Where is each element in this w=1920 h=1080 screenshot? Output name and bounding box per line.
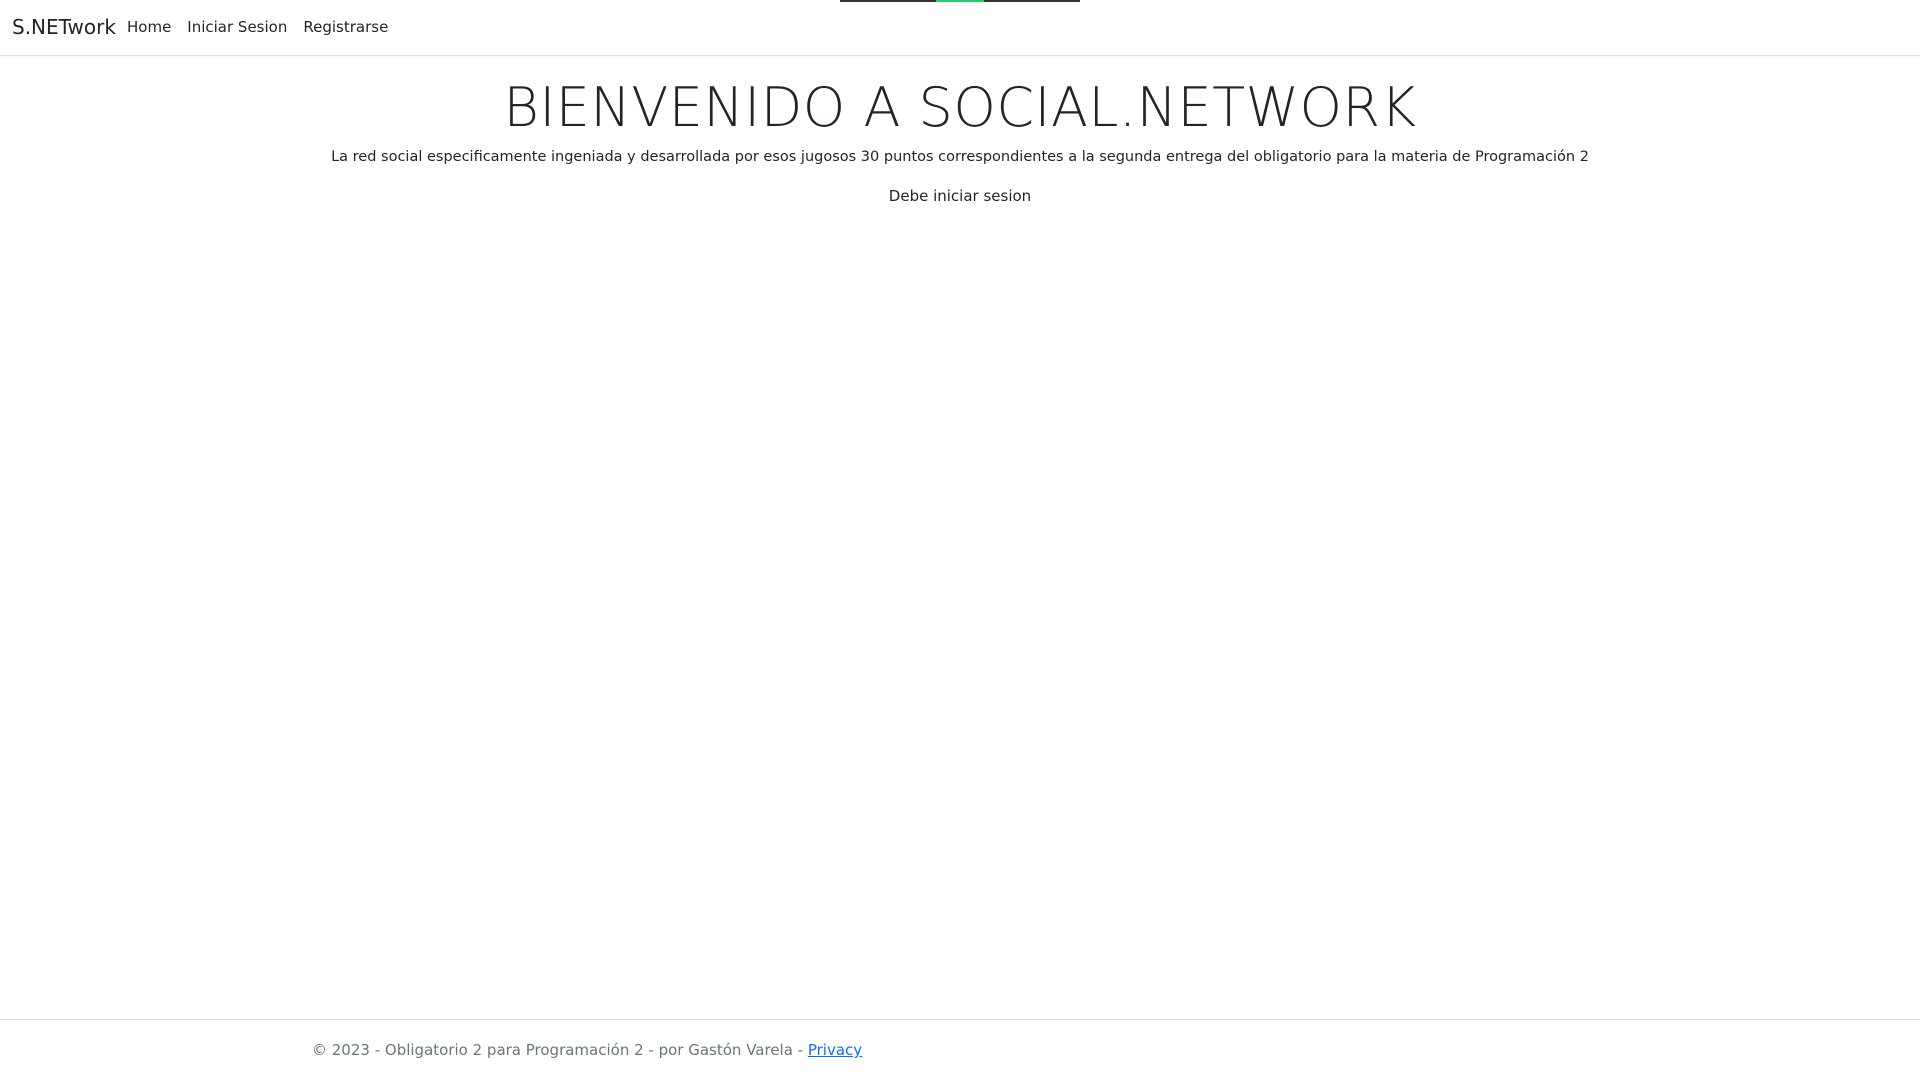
page-title: BIENVENIDO A SOCIAL.NETWORK — [503, 76, 1417, 139]
main-content: BIENVENIDO A SOCIAL.NETWORK La red socia… — [0, 56, 1920, 205]
nav-link-register[interactable]: Registrarse — [303, 18, 388, 36]
nav-links: Home Iniciar Sesion Registrarse — [127, 18, 404, 36]
footer-copyright: © 2023 - Obligatorio 2 para Programación… — [312, 1041, 808, 1059]
login-notice: Debe iniciar sesion — [888, 186, 1032, 205]
brand-link[interactable]: S.NETwork — [12, 15, 116, 39]
nav-link-home[interactable]: Home — [127, 18, 171, 36]
footer-text: © 2023 - Obligatorio 2 para Programación… — [312, 1041, 862, 1059]
navbar: S.NETwork Home Iniciar Sesion Registrars… — [0, 0, 1920, 56]
footer: © 2023 - Obligatorio 2 para Programación… — [0, 1019, 1920, 1080]
nav-link-login[interactable]: Iniciar Sesion — [187, 18, 287, 36]
privacy-link[interactable]: Privacy — [808, 1041, 862, 1059]
page-description: La red social especificamente ingeniada … — [331, 148, 1589, 165]
